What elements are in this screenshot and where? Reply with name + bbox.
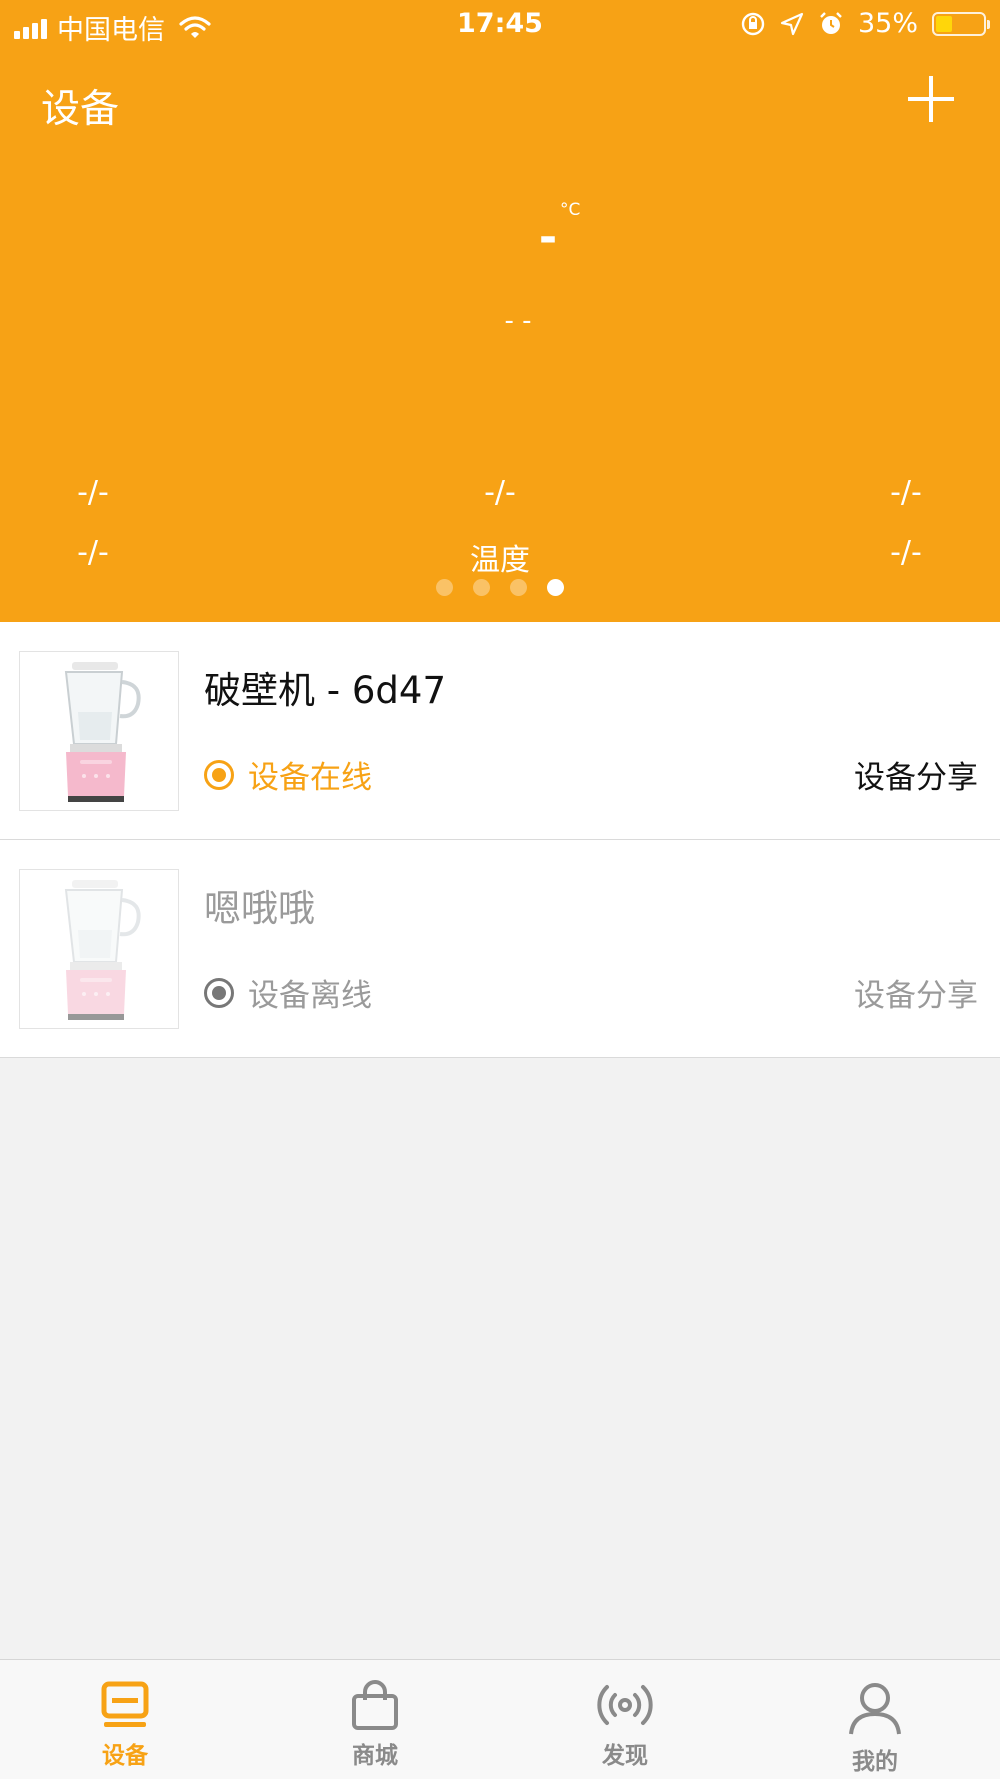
page-dot[interactable] xyxy=(510,579,527,596)
device-row[interactable]: 嗯哦哦 设备离线 设备分享 xyxy=(0,840,1000,1058)
header-panel: 中国电信 17:45 35% 设备 °C - - - -/- -/- -/- -… xyxy=(0,0,1000,622)
device-name: 嗯哦哦 xyxy=(204,887,315,930)
page-indicator[interactable] xyxy=(0,579,1000,596)
stat-bottom-right: -/- xyxy=(890,535,922,570)
stat-bottom-left: -/- xyxy=(77,535,109,570)
status-indicator-icon xyxy=(204,977,234,1008)
tab-label: 发现 xyxy=(602,1743,648,1769)
tab-discover[interactable]: 发现 xyxy=(500,1660,750,1779)
stat-top-left: -/- xyxy=(77,475,109,510)
device-name: 破壁机 - 6d47 xyxy=(204,669,446,712)
device-thumbnail xyxy=(19,651,179,811)
tab-label: 我的 xyxy=(852,1749,898,1775)
page-dot-active[interactable] xyxy=(547,579,564,596)
device-share-button[interactable]: 设备分享 xyxy=(854,752,978,797)
battery-percent: 35% xyxy=(857,8,918,39)
temperature-subtext: - - xyxy=(504,306,532,336)
tab-label: 商城 xyxy=(352,1743,398,1769)
page-title: 设备 xyxy=(41,87,120,132)
tab-devices[interactable]: 设备 xyxy=(0,1660,250,1779)
tab-label: 设备 xyxy=(102,1743,148,1769)
device-status: 设备在线 xyxy=(204,752,372,797)
battery-icon xyxy=(932,11,990,36)
alarm-icon xyxy=(820,11,842,34)
status-indicator-icon xyxy=(204,759,234,790)
stat-top-right: -/- xyxy=(890,475,922,510)
device-row[interactable]: 破壁机 - 6d47 设备在线 设备分享 xyxy=(0,622,1000,840)
status-bar: 中国电信 17:45 35% xyxy=(0,0,1000,50)
stat-bottom-center: 温度 xyxy=(470,543,530,578)
add-device-button[interactable] xyxy=(908,76,954,122)
page-dot[interactable] xyxy=(436,579,453,596)
device-status-text: 设备离线 xyxy=(248,978,372,1014)
shopping-bag-icon xyxy=(352,1680,398,1730)
page-dot[interactable] xyxy=(473,579,490,596)
device-status: 设备离线 xyxy=(204,970,372,1015)
stat-top-center: -/- xyxy=(484,475,516,510)
user-icon xyxy=(849,1683,901,1735)
device-thumbnail xyxy=(19,869,179,1029)
tab-profile[interactable]: 我的 xyxy=(750,1660,1000,1779)
device-icon xyxy=(101,1681,149,1727)
tab-store[interactable]: 商城 xyxy=(250,1660,500,1779)
device-status-text: 设备在线 xyxy=(248,760,372,796)
status-right: 35% xyxy=(740,8,990,39)
tab-bar: 设备 商城 发现 我的 xyxy=(0,1659,1000,1779)
temperature-value: - xyxy=(538,212,558,263)
location-icon xyxy=(780,12,804,35)
rotation-lock-icon xyxy=(741,12,765,35)
broadcast-icon xyxy=(597,1685,653,1725)
device-share-button[interactable]: 设备分享 xyxy=(854,970,978,1015)
